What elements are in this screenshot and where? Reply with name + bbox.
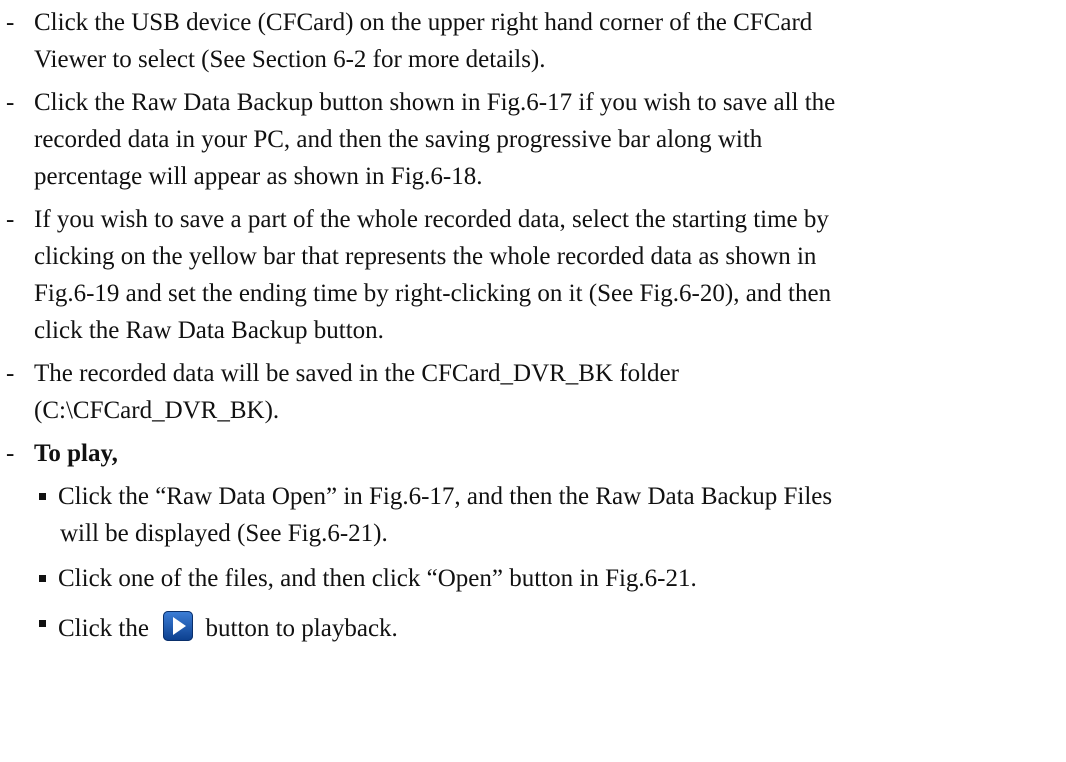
bullet-text: Click the Raw Data Backup button shown i… [34, 89, 836, 116]
square-bullet-icon [39, 620, 46, 627]
bullet-dash: - [6, 440, 15, 467]
bullet-text: The recorded data will be saved in the C… [34, 360, 679, 387]
bullet-dash: - [6, 206, 15, 233]
bullet-text: If you wish to save a part of the whole … [34, 206, 829, 233]
bullet-dash: - [6, 89, 15, 116]
bullet-text: Fig.6-19 and set the ending time by righ… [34, 280, 832, 307]
bullet-dash: - [6, 9, 15, 36]
bullet-text: (C:\CFCard_DVR_BK). [34, 397, 280, 424]
bullet-text: click the Raw Data Backup button. [34, 317, 384, 344]
subbullet-text-before: Click the [58, 615, 149, 642]
subbullet-text: will be displayed (See Fig.6-21). [60, 520, 388, 547]
bullet-text: clicking on the yellow bar that represen… [34, 243, 817, 270]
subbullet-text: Click one of the files, and then click “… [58, 565, 697, 592]
bullet-dash: - [6, 360, 15, 387]
bullet-text: recorded data in your PC, and then the s… [34, 126, 763, 153]
square-bullet-icon [39, 493, 46, 500]
bullet-text: percentage will appear as shown in Fig.6… [34, 163, 483, 190]
square-bullet-icon [39, 575, 46, 582]
play-icon [163, 611, 194, 641]
manual-page: - Click the USB device (CFCard) on the u… [0, 0, 1066, 762]
subbullet-text-with-icon: Click the button to playback. [58, 611, 398, 641]
subbullet-text-after: button to playback. [205, 615, 398, 642]
bullet-text: Viewer to select (See Section 6-2 for mo… [34, 46, 546, 73]
subbullet-text: Click the “Raw Data Open” in Fig.6-17, a… [58, 483, 833, 510]
section-heading-to-play: To play, [34, 440, 118, 467]
bullet-text: Click the USB device (CFCard) on the upp… [34, 9, 813, 36]
